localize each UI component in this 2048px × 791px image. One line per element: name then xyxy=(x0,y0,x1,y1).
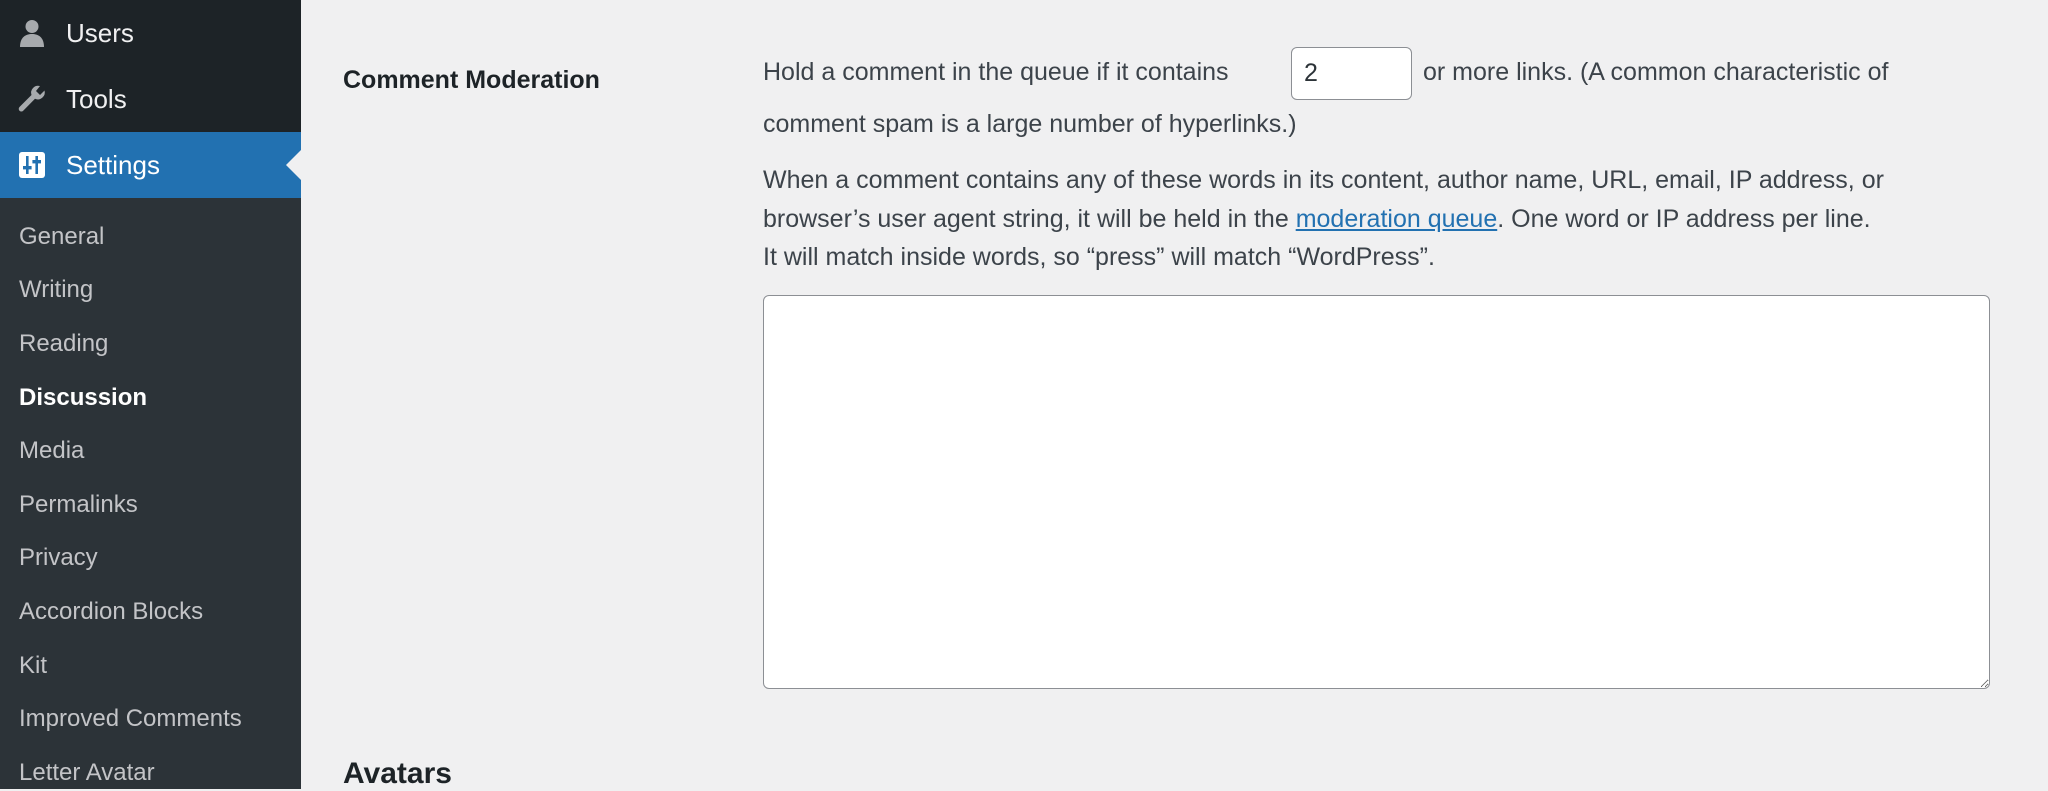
submenu-item-improved-comments[interactable]: Improved Comments xyxy=(19,705,242,733)
submenu-item-general[interactable]: General xyxy=(19,223,104,251)
submenu-item-accordion-blocks[interactable]: Accordion Blocks xyxy=(19,598,203,626)
submenu-item-discussion[interactable]: Discussion xyxy=(19,384,147,412)
menu-item-label: Settings xyxy=(66,149,160,180)
comment-max-links-input[interactable] xyxy=(1291,47,1412,100)
current-menu-arrow xyxy=(286,150,301,180)
moderation-keys-description-line2: browser’s user agent string, it will be … xyxy=(763,205,1871,234)
menu-item-label: Tools xyxy=(66,83,127,114)
menu-item-label: Users xyxy=(66,17,134,48)
wrench-icon xyxy=(14,81,50,117)
moderation-keys-textarea[interactable] xyxy=(763,295,1990,689)
submenu-item-media[interactable]: Media xyxy=(19,437,84,465)
submenu-item-letter-avatar[interactable]: Letter Avatar xyxy=(19,759,155,787)
avatars-section-heading: Avatars xyxy=(343,757,452,790)
comment-moderation-label: Comment Moderation xyxy=(343,66,600,94)
submenu-item-permalinks[interactable]: Permalinks xyxy=(19,491,138,519)
moderation-keys-description-line3: It will match inside words, so “press” w… xyxy=(763,243,1435,271)
menu-item-users[interactable]: Users xyxy=(0,1,301,65)
settings-submenu: General Writing Reading Discussion Media… xyxy=(0,198,301,789)
description-text: . One word or IP address per line. xyxy=(1497,205,1871,233)
submenu-item-writing[interactable]: Writing xyxy=(19,276,93,304)
links-threshold-text-line2: comment spam is a large number of hyperl… xyxy=(763,110,1297,138)
description-text: browser’s user agent string, it will be … xyxy=(763,205,1289,233)
links-threshold-text-suffix: or more links. (A common characteristic … xyxy=(1423,58,1889,86)
admin-sidebar: Users Tools Settings General Writing Rea… xyxy=(0,0,301,789)
user-icon xyxy=(14,15,50,51)
moderation-queue-link[interactable]: moderation queue xyxy=(1296,205,1498,233)
submenu-item-kit[interactable]: Kit xyxy=(19,652,47,680)
moderation-keys-description-line1: When a comment contains any of these wor… xyxy=(763,166,1884,194)
settings-sliders-icon xyxy=(14,147,50,183)
links-threshold-text-prefix: Hold a comment in the queue if it contai… xyxy=(763,58,1229,86)
submenu-item-privacy[interactable]: Privacy xyxy=(19,544,98,572)
menu-item-settings[interactable]: Settings xyxy=(0,132,301,198)
menu-item-tools[interactable]: Tools xyxy=(0,67,301,131)
submenu-item-reading[interactable]: Reading xyxy=(19,330,108,358)
